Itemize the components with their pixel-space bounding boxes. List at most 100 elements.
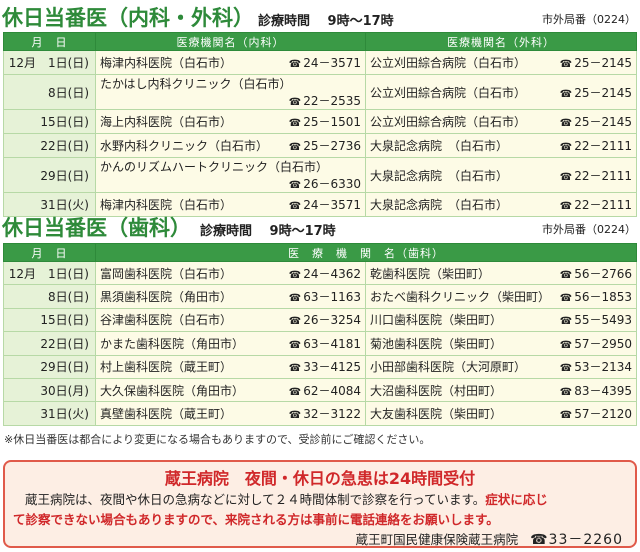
table-row: 29日(日) かんのリズムハートクリニック（白石市） ☎ 26－6330 大泉記念病院 …	[3, 157, 637, 193]
clinic-cell: 小田部歯科医院（大河原町） ☎ 53－2134	[365, 354, 637, 379]
phone-icon: ☎	[559, 201, 573, 212]
clinic-cell: 大久保歯科医院（角田市） ☎ 62－4084	[95, 377, 366, 403]
clinic-cell: 谷津歯科医院（白石市） ☎ 26－3254	[95, 307, 366, 333]
row-date: 30日(月)	[3, 377, 96, 403]
clinic-phone: ☎ 56－1853	[560, 288, 632, 305]
row-date: 22日(日)	[3, 331, 96, 356]
clinic-cell: 村上歯科医院（蔵王町） ☎ 33－4125	[95, 354, 366, 379]
table-row: 29日(日) 村上歯科医院（蔵王町） ☎ 33－4125 小田部歯科医院（大河原町） ☎ 5…	[3, 354, 637, 379]
section-hours: 診療時間 9時～17時	[258, 14, 394, 29]
phone-number: 22－2535	[303, 94, 361, 108]
clinic-name: おたべ歯科クリニック（柴田町）	[370, 290, 551, 305]
section-internal-surgery-header: 休日当番医（内科・外科） 診療時間 9時～17時 市外局番（0224）	[0, 2, 640, 32]
clinic-phone: ☎ 22－2535	[289, 92, 361, 109]
phone-icon: ☎	[288, 386, 302, 398]
clinic-name: 大泉記念病院 （白石市）	[370, 168, 509, 183]
table-row: 31日(火) 真壁歯科医院（蔵王町） ☎ 32－3122 大友歯科医院（柴田町） ☎ 57－…	[3, 401, 637, 426]
clinic-name: 村上歯科医院（蔵王町）	[100, 360, 233, 375]
schedule-table-internal-surgery: 月 日 医療機関名（内科） 医療機関名（外科） 12月 1日(日) 梅津内科医院（…	[3, 32, 637, 217]
clinic-cell: 菊池歯科医院（柴田町） ☎ 57－2950	[365, 331, 637, 356]
clinic-name: 海上内科医院（白石市）	[100, 115, 233, 129]
row-date: 31日(火)	[3, 401, 96, 426]
phone-icon: ☎	[559, 171, 573, 183]
phone-number: 63－4181	[303, 336, 361, 351]
clinic-name: 大友歯科医院（柴田町）	[370, 407, 503, 422]
clinic-phone: ☎ 62－4084	[289, 382, 361, 399]
clinic-cell: たかはし内科クリニック（白石市） ☎ 22－2535	[95, 74, 366, 110]
clinic-phone: ☎ 57－2120	[560, 405, 632, 422]
area-code: 市外局番（0224）	[542, 223, 636, 236]
phone-number: 57－2950	[574, 336, 632, 351]
row-date: 8日(日)	[3, 284, 96, 309]
phone-number: 25－1501	[303, 115, 361, 129]
clinic-cell: 川口歯科医院（柴田町） ☎ 55－5493	[365, 307, 637, 333]
table-row: 12月 1日(日) 富岡歯科医院（白石市） ☎ 24－4362 乾歯科医院（柴田町） ☎ 5…	[3, 260, 637, 286]
phone-number: 57－2120	[574, 407, 632, 422]
phone-icon: ☎	[288, 269, 302, 281]
clinic-phone: ☎ 25－2145	[560, 54, 632, 71]
clinic-phone: ☎ 22－2111	[560, 167, 632, 184]
clinic-cell: 乾歯科医院（柴田町） ☎ 56－2766	[365, 260, 637, 286]
row-date: 29日(日)	[3, 157, 96, 193]
column-header-date: 月 日	[3, 243, 96, 262]
clinic-name: 梅津内科医院（白石市）	[100, 56, 233, 70]
phone-icon: ☎	[559, 410, 573, 422]
clinic-phone: ☎ 33－4125	[289, 358, 361, 375]
clinic-cell: 真壁歯科医院（蔵王町） ☎ 32－3122	[95, 401, 366, 426]
clinic-phone: ☎ 24－3571	[289, 54, 361, 71]
clinic-phone: ☎ 22－2111	[560, 196, 632, 213]
phone-number: 62－4084	[303, 383, 361, 398]
clinic-cell: 海上内科医院（白石市） ☎ 25－1501	[95, 109, 366, 134]
clinic-phone: ☎ 26－6330	[289, 175, 361, 192]
clinic-phone: ☎ 25－1501	[289, 113, 361, 130]
clinic-cell: かまた歯科医院（角田市） ☎ 63－4181	[95, 331, 366, 356]
phone-icon: ☎	[288, 293, 302, 305]
phone-icon: ☎	[559, 386, 573, 398]
phone-number: 24－3571	[303, 198, 361, 212]
clinic-phone: ☎ 25－2145	[560, 113, 632, 130]
clinic-name: 真壁歯科医院（蔵王町）	[100, 407, 233, 422]
change-note: ※休日当番医は都合により変更になる場合もありますので、受診前にご確認ください。	[4, 433, 431, 446]
notice-line-1-text: 蔵王病院は、夜間や休日の急病などに対して２４時間体制で診察を行っています。	[25, 492, 486, 507]
table-row: 8日(日) 黒須歯科医院（角田市） ☎ 63－1163 おたべ歯科クリニック（柴田町） ☎…	[3, 284, 637, 309]
clinic-name: たかはし内科クリニック（白石市）	[100, 77, 292, 91]
phone-number: 22－2111	[574, 168, 632, 183]
phone-number: 55－5493	[574, 313, 632, 328]
clinic-cell: おたべ歯科クリニック（柴田町） ☎ 56－1853	[365, 284, 637, 309]
clinic-phone: ☎ 83－4395	[560, 382, 632, 399]
hospital-phone: ☎33－2260	[530, 532, 623, 548]
emergency-notice: 蔵王病院 夜間・休日の急患は24時間受付 蔵王病院は、夜間や休日の急病などに対し…	[3, 460, 637, 548]
clinic-phone: ☎ 24－3571	[289, 196, 361, 213]
phone-icon: ☎	[288, 410, 302, 422]
clinic-phone: ☎ 32－3122	[289, 405, 361, 422]
clinic-name: かまた歯科医院（角田市）	[100, 336, 245, 351]
clinic-cell: 大沼歯科医院（村田町） ☎ 83－4395	[365, 377, 637, 403]
clinic-name: 小田部歯科医院（大河原町）	[370, 360, 527, 375]
section-hours: 診療時間 9時～17時	[200, 224, 336, 239]
column-header-dental: 医 療 機 関 名（歯科）	[95, 243, 637, 262]
phone-number: 25－2145	[574, 56, 632, 70]
phone-number: 26－3254	[303, 313, 361, 328]
phone-icon: ☎	[288, 142, 302, 153]
phone-icon: ☎	[559, 269, 573, 281]
table-row: 22日(日) かまた歯科医院（角田市） ☎ 63－4181 菊池歯科医院（柴田町） ☎ 57…	[3, 331, 637, 356]
clinic-cell: 公立刈田綜合病院（白石市） ☎ 25－2145	[365, 109, 637, 134]
phone-icon: ☎	[559, 142, 573, 153]
phone-number: 25－2145	[574, 85, 632, 100]
clinic-cell: 水野内科クリニック（白石市） ☎ 25－2736	[95, 133, 366, 158]
clinic-cell: 大泉記念病院 （白石市） ☎ 22－2111	[365, 157, 637, 193]
phone-number: 26－6330	[303, 177, 361, 191]
clinic-name: 水野内科クリニック（白石市）	[100, 139, 269, 153]
phone-icon: ☎	[559, 363, 573, 375]
section-title: 休日当番医（内科・外科）	[2, 6, 254, 30]
clinic-cell: 公立刈田綜合病院（白石市） ☎ 25－2145	[365, 50, 637, 75]
clinic-phone: ☎ 26－3254	[289, 311, 361, 328]
table-row: 8日(日) たかはし内科クリニック（白石市） ☎ 22－2535 公立刈田綜合病院（白石…	[3, 74, 637, 110]
table-row: 30日(月) 大久保歯科医院（角田市） ☎ 62－4084 大沼歯科医院（村田町） ☎ 83…	[3, 377, 637, 403]
clinic-phone: ☎ 25－2736	[289, 137, 361, 154]
phone-icon: ☎	[559, 59, 573, 70]
row-date: 15日(日)	[3, 109, 96, 134]
notice-line-2: て診察できない場合もありますので、来院される方は事前に電話連絡をお願いします。	[13, 512, 499, 527]
phone-icon: ☎	[288, 316, 302, 328]
clinic-name: 乾歯科医院（柴田町）	[370, 266, 491, 281]
